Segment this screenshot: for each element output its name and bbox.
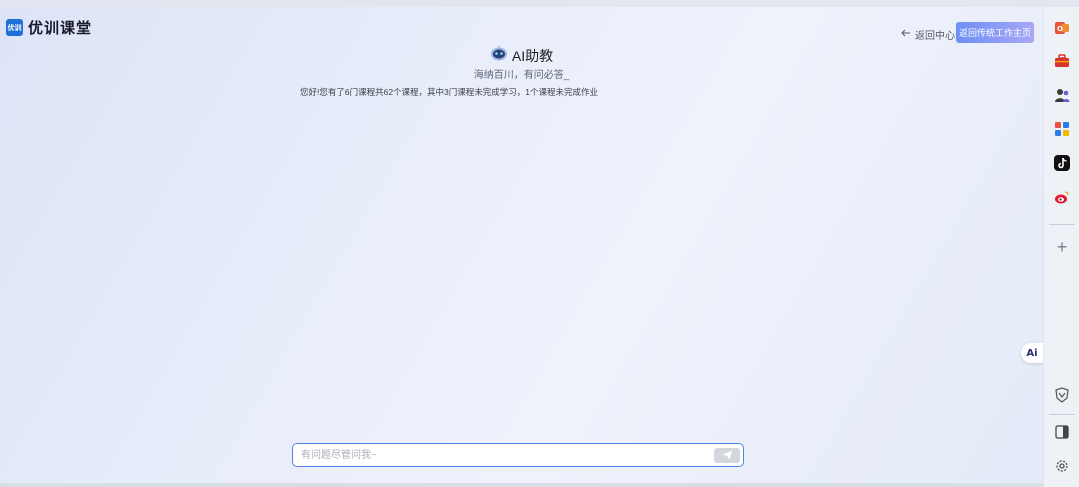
sidebar-divider [1049, 224, 1075, 225]
panel-icon[interactable] [1053, 423, 1071, 441]
brand-icon[interactable] [1053, 386, 1071, 404]
settings-icon[interactable] [1053, 457, 1071, 475]
weibo-icon[interactable] [1053, 188, 1071, 206]
chat-input[interactable] [301, 448, 701, 463]
tiktok-icon[interactable] [1053, 154, 1071, 172]
sidebar-divider-lower [1049, 414, 1075, 415]
send-button[interactable] [714, 448, 740, 463]
send-icon [722, 448, 733, 463]
add-icon[interactable]: + [1053, 237, 1071, 257]
office-icon[interactable]: O [1053, 19, 1071, 37]
back-link-label: 返回中心 [915, 31, 955, 42]
back-link[interactable]: 返回中心 [901, 27, 955, 42]
logo-badge-icon: 优训 [6, 19, 23, 36]
assistant-subtitle: 海纳百川，有问必答_ [473, 70, 570, 81]
assistant-header: AI助教 [0, 45, 1043, 66]
ai-float-button[interactable]: Ai [1021, 343, 1043, 363]
svg-text:O: O [1057, 25, 1063, 33]
robot-icon [490, 45, 508, 66]
briefcase-icon[interactable] [1053, 52, 1071, 70]
people-icon[interactable] [1053, 86, 1071, 104]
browser-sidebar: O + [1043, 7, 1079, 487]
logo-text: 优训课堂 [28, 19, 93, 37]
apps-icon[interactable] [1053, 120, 1071, 138]
bottom-strip [0, 483, 1043, 487]
traditional-home-button[interactable]: 返回传统工作主页 [956, 22, 1034, 43]
arrow-left-icon [901, 29, 911, 40]
assistant-title: AI助教 [511, 47, 554, 64]
chat-box [292, 443, 744, 467]
site-logo[interactable]: 优训 优训课堂 [6, 17, 92, 38]
assistant-message: 您好!您有了6门课程共62个课程，其中3门课程未完成学习，1个课程未完成作业 [300, 87, 599, 97]
